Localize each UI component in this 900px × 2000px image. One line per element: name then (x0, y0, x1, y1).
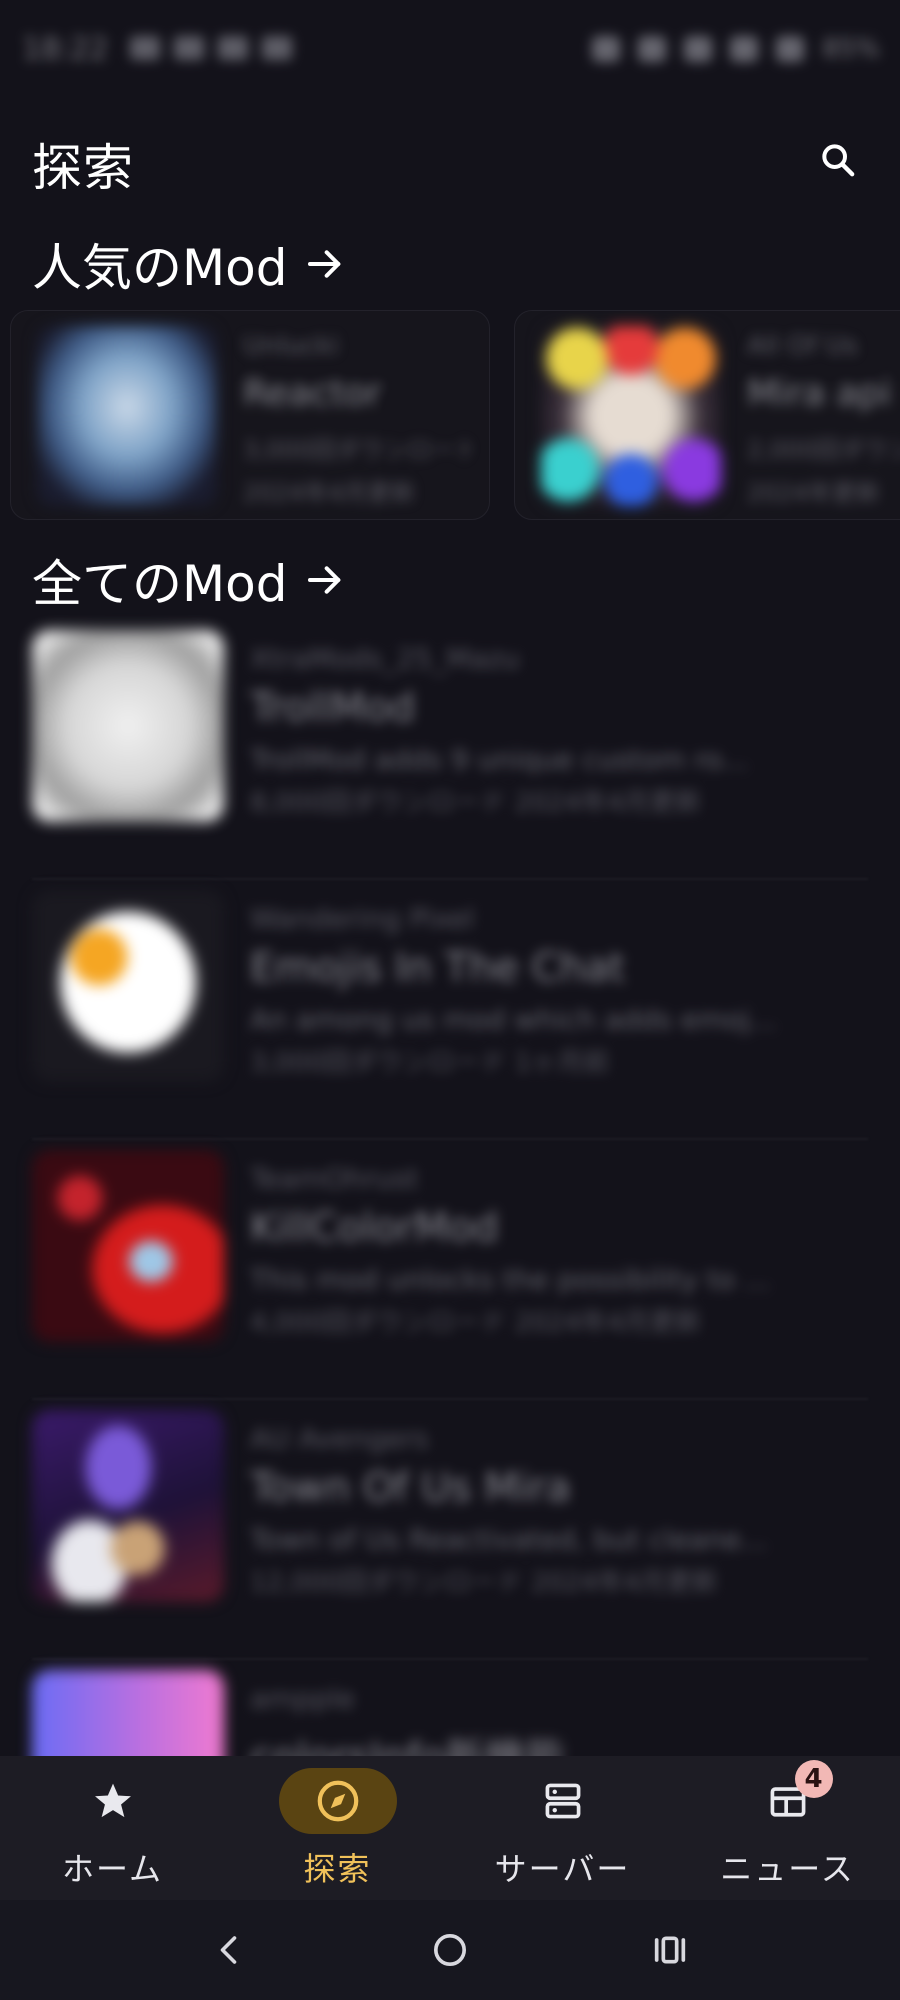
notification-icon (218, 36, 248, 60)
mod-meta: 12,000回ダウンロード 2024年4月更新 (250, 1568, 718, 1598)
section-title: 人気のMod (32, 239, 288, 297)
mod-author: AU Avengers (250, 1422, 429, 1455)
mod-author: Wandering Pixel (250, 902, 475, 935)
mod-thumbnail (32, 890, 224, 1082)
mod-author: ampple (250, 1682, 355, 1715)
mod-name: Emojis In The Chat (250, 945, 625, 991)
mod-info: Unlucki Reactor 3,000回ダウンロード 2024年4月更新 (243, 331, 471, 516)
all-mods-heading[interactable]: 全てのMod (32, 544, 345, 616)
star-icon (94, 1783, 131, 1818)
notification-badge: 4 (794, 1760, 833, 1798)
mod-info: AU Avengers Town Of Us Mira Town of Us R… (250, 1422, 870, 1599)
mod-author: XtraMods_25_Mazu (250, 642, 520, 675)
mod-name: Mira api (747, 373, 892, 414)
mod-info: TeamOhrust KillColorMod This mod unlocks… (250, 1162, 870, 1339)
list-item[interactable]: Wandering Pixel Emojis In The Chat An am… (0, 880, 900, 1140)
nav-icon-container (504, 1768, 622, 1834)
status-time: 18:22 (22, 32, 109, 67)
top-app-bar: 探索 (32, 120, 868, 200)
all-mods-list: XtraMods_25_Mazu TrollMod TrollMod adds … (0, 620, 900, 1920)
list-item[interactable]: TeamOhrust KillColorMod This mod unlocks… (0, 1140, 900, 1400)
popular-mods-carousel[interactable]: Unlucki Reactor 3,000回ダウンロード 2024年4月更新 A… (10, 310, 900, 520)
explore-screen: 18:22 85% 探索 人気のMod Unlucki Reactor 3,00… (0, 0, 900, 2000)
search-icon (822, 144, 855, 177)
mod-name: TrollMod (250, 685, 416, 731)
home-circle-icon (434, 1934, 466, 1966)
signal-icon (776, 36, 805, 62)
mod-thumbnail (32, 1410, 224, 1602)
recents-icon (654, 1936, 686, 1964)
arrow-right-icon (308, 566, 341, 594)
mod-downloads: 2,000回ダウンロード (747, 436, 900, 464)
arrow-right-icon (308, 250, 341, 278)
status-bar: 18:22 85% (0, 0, 900, 100)
search-button[interactable] (808, 130, 868, 190)
mod-name: KillColorMod (250, 1205, 499, 1251)
mute-icon (638, 36, 667, 62)
mod-author: All Of Us (747, 331, 858, 361)
back-button[interactable] (190, 1910, 270, 1990)
wifi-icon (730, 36, 759, 62)
home-button[interactable] (410, 1910, 490, 1990)
nav-label: 探索 (303, 1850, 372, 1888)
mod-author: Unlucki (243, 331, 339, 361)
notification-icons (130, 36, 292, 60)
alarm-icon (592, 36, 621, 62)
mod-updated: 2024年4月更新 (243, 479, 416, 507)
notification-icon (130, 36, 160, 60)
nav-icon-container (54, 1768, 172, 1834)
bottom-navigation: ホーム 探索 サーバー 4 ニュース (0, 1756, 900, 1900)
nfc-icon (684, 36, 713, 62)
server-icon (545, 1783, 580, 1819)
popular-mods-heading[interactable]: 人気のMod (32, 228, 345, 300)
mod-thumbnail (32, 1150, 224, 1342)
mod-meta: 4,000回ダウンロード 2024年4月更新 (250, 1308, 702, 1338)
nav-icon-container: 4 (729, 1760, 847, 1834)
battery-level: 85% (822, 34, 880, 64)
mod-info: XtraMods_25_Mazu TrollMod TrollMod adds … (250, 642, 870, 819)
list-item[interactable]: XtraMods_25_Mazu TrollMod TrollMod adds … (0, 620, 900, 880)
nav-item-home[interactable]: ホーム (0, 1756, 225, 1900)
mod-name: Reactor (243, 373, 382, 414)
system-navigation-bar (0, 1900, 900, 2000)
nav-item-explore[interactable]: 探索 (225, 1756, 450, 1900)
nav-label: ニュース (720, 1850, 855, 1888)
page-title: 探索 (32, 139, 134, 197)
popular-mod-card[interactable]: Unlucki Reactor 3,000回ダウンロード 2024年4月更新 (10, 310, 490, 520)
nav-item-news[interactable]: 4 ニュース (675, 1756, 900, 1900)
mod-thumbnail (32, 630, 224, 822)
section-title: 全てのMod (32, 555, 288, 613)
system-status-icons: 85% (592, 34, 880, 64)
mod-info: Wandering Pixel Emojis In The Chat An am… (250, 902, 870, 1079)
nav-label: ホーム (61, 1850, 164, 1888)
mod-thumbnail (37, 326, 217, 506)
mod-meta: 8,000回ダウンロード 2024年4月更新 (250, 788, 702, 818)
mod-info: All Of Us Mira api 2,000回ダウンロード 2024年更新 (747, 331, 900, 516)
mod-meta: 3,000回ダウンロード 1ヶ月前 (250, 1048, 610, 1078)
back-icon (220, 1936, 237, 1964)
nav-icon-container (278, 1768, 397, 1834)
mod-name: Town Of Us Mira (250, 1465, 571, 1511)
mod-description: Town of Us Reactivated, but cleane... (250, 1523, 768, 1556)
mod-description: TrollMod adds 9 unique custom ro... (250, 743, 749, 776)
mod-description: This mod unlocks the possibility to ... (250, 1263, 771, 1296)
notification-icon (174, 36, 204, 60)
mod-thumbnail (541, 326, 721, 506)
list-item[interactable]: AU Avengers Town Of Us Mira Town of Us R… (0, 1400, 900, 1660)
mod-description: An among us mod which adds emoj... (250, 1003, 777, 1036)
popular-mod-card[interactable]: All Of Us Mira api 2,000回ダウンロード 2024年更新 (514, 310, 900, 520)
notification-icon (262, 36, 292, 60)
mod-updated: 2024年更新 (747, 479, 881, 507)
mod-author: TeamOhrust (250, 1162, 419, 1195)
recents-button[interactable] (630, 1910, 710, 1990)
nav-label: サーバー (494, 1850, 631, 1888)
mod-downloads: 3,000回ダウンロード (243, 436, 471, 464)
nav-item-servers[interactable]: サーバー (450, 1756, 675, 1900)
compass-icon (317, 1780, 358, 1822)
